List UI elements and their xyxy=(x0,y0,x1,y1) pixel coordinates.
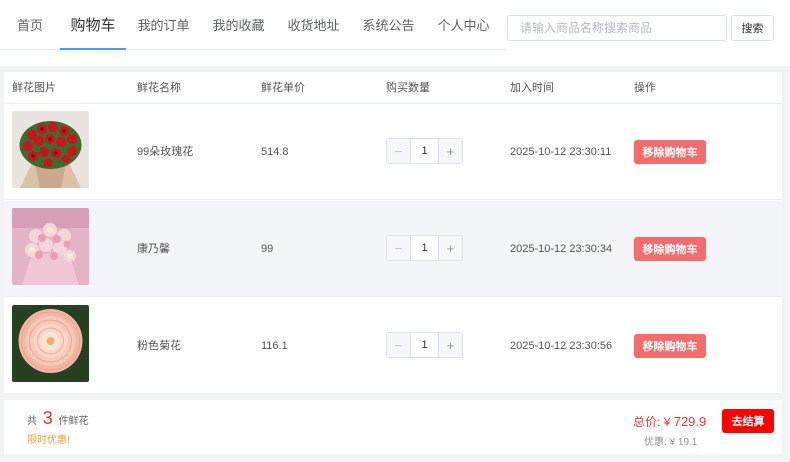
table-row: 康乃馨 99 − 1 + 2025-10-12 23:30:34 移除购物车 xyxy=(4,201,782,297)
quantity-stepper: − 1 + xyxy=(386,332,463,358)
pink-carnation-bouquet-image xyxy=(12,208,89,285)
top-bar: 首页 购物车 我的订单 我的收藏 收货地址 系统公告 个人中心 搜索 xyxy=(0,0,790,66)
total-label: 总价: xyxy=(633,415,661,429)
flower-name: 粉色菊花 xyxy=(137,340,181,352)
table-row: 粉色菊花 116.1 − 1 + 2025-10-12 23:30:56 移除购… xyxy=(4,298,782,394)
quantity-value[interactable]: 1 xyxy=(411,333,438,357)
flower-price: 116.1 xyxy=(261,340,288,352)
item-count: 共 3 件鲜花 xyxy=(27,408,89,429)
search-input[interactable] xyxy=(508,16,726,40)
promo-text: 限时优惠! xyxy=(27,435,70,446)
header-name: 鲜花名称 xyxy=(137,82,181,94)
search-box xyxy=(507,15,727,41)
remove-from-cart-button[interactable]: 移除购物车 xyxy=(634,140,706,164)
cart-table: 鲜花图片 鲜花名称 鲜花单价 购买数量 加入时间 操作 99朵玫瑰花 514.8… xyxy=(4,72,782,394)
added-time: 2025-10-12 23:30:34 xyxy=(510,243,613,255)
tab-cart[interactable]: 购物车 xyxy=(60,0,126,50)
table-row: 99朵玫瑰花 514.8 − 1 + 2025-10-12 23:30:11 移… xyxy=(4,104,782,200)
watermark: CSDN @Coder-coco xyxy=(658,442,773,456)
decrease-button[interactable]: − xyxy=(387,236,411,260)
quantity-stepper: − 1 + xyxy=(386,138,463,164)
search-button[interactable]: 搜索 xyxy=(731,15,774,41)
tab-addresses[interactable]: 收货地址 xyxy=(276,0,351,49)
pink-chrysanthemum-image xyxy=(12,305,89,382)
added-time: 2025-10-12 23:30:11 xyxy=(510,146,612,158)
remove-from-cart-button[interactable]: 移除购物车 xyxy=(634,237,706,261)
tab-profile[interactable]: 个人中心 xyxy=(426,0,501,49)
flower-name: 99朵玫瑰花 xyxy=(137,146,194,158)
tab-home[interactable]: 首页 xyxy=(0,0,60,49)
red-rose-bouquet-image xyxy=(12,111,89,188)
nav-tabs: 首页 购物车 我的订单 我的收藏 收货地址 系统公告 个人中心 xyxy=(0,0,507,50)
tab-favorites[interactable]: 我的收藏 xyxy=(201,0,276,49)
header-quantity: 购买数量 xyxy=(386,82,430,94)
added-time: 2025-10-12 23:30:56 xyxy=(510,340,613,352)
flower-name: 康乃馨 xyxy=(137,243,170,255)
count-suffix: 件鲜花 xyxy=(58,416,89,427)
header-time: 加入时间 xyxy=(510,82,554,94)
quantity-stepper: − 1 + xyxy=(386,235,463,261)
total-value: 729.9 xyxy=(673,414,707,429)
decrease-button[interactable]: − xyxy=(387,139,411,163)
remove-from-cart-button[interactable]: 移除购物车 xyxy=(634,334,706,358)
increase-button[interactable]: + xyxy=(438,333,462,357)
checkout-button[interactable]: 去结算 xyxy=(722,409,774,433)
quantity-value[interactable]: 1 xyxy=(411,139,438,163)
header-price: 鲜花单价 xyxy=(261,82,305,94)
quantity-value[interactable]: 1 xyxy=(411,236,438,260)
tab-orders[interactable]: 我的订单 xyxy=(126,0,201,49)
total-price: 总价: ¥ 729.9 xyxy=(633,413,706,430)
count-number: 3 xyxy=(42,408,53,428)
increase-button[interactable]: + xyxy=(438,139,462,163)
increase-button[interactable]: + xyxy=(438,236,462,260)
flower-price: 99 xyxy=(261,243,274,255)
header-action: 操作 xyxy=(634,82,656,94)
table-header: 鲜花图片 鲜花名称 鲜花单价 购买数量 加入时间 操作 xyxy=(4,72,782,104)
flower-price: 514.8 xyxy=(261,146,289,158)
header-image: 鲜花图片 xyxy=(12,82,56,94)
count-prefix: 共 xyxy=(27,416,37,427)
total-currency: ¥ xyxy=(663,415,671,429)
tab-announcements[interactable]: 系统公告 xyxy=(351,0,426,49)
decrease-button[interactable]: − xyxy=(387,333,411,357)
